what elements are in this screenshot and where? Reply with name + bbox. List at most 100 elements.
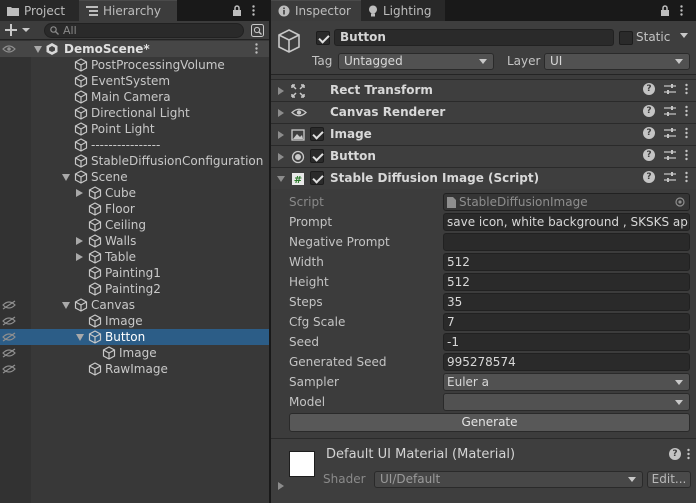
tree-item[interactable]: Cube	[0, 185, 269, 201]
tree-item-scene[interactable]: DemoScene*	[0, 41, 269, 57]
kebab-menu-icon[interactable]	[685, 127, 688, 139]
tree-item[interactable]: StableDiffusionConfiguration	[0, 153, 269, 169]
presets-icon[interactable]	[664, 83, 676, 95]
hidden-eye-icon[interactable]	[2, 332, 16, 342]
kebab-menu-icon[interactable]	[687, 448, 690, 460]
tree-item[interactable]: EventSystem	[0, 73, 269, 89]
tab-lighting[interactable]: Lighting	[361, 0, 445, 21]
presets-icon[interactable]	[664, 171, 676, 183]
tree-item[interactable]: Image	[0, 345, 269, 361]
tag-dropdown[interactable]: Untagged	[338, 53, 494, 70]
hidden-eye-icon[interactable]	[2, 364, 16, 374]
collapsed-arrow-icon[interactable]	[76, 189, 83, 197]
kebab-menu-icon[interactable]	[685, 105, 688, 117]
tree-item[interactable]: Painting1	[0, 265, 269, 281]
enabled-checkbox[interactable]	[310, 149, 324, 163]
hidden-eye-icon[interactable]	[2, 300, 16, 310]
tree-item[interactable]: Painting2	[0, 281, 269, 297]
tab-hierarchy[interactable]: Hierarchy	[79, 0, 177, 21]
presets-icon[interactable]	[664, 127, 676, 139]
tree-item[interactable]: Canvas	[0, 297, 269, 313]
lock-icon[interactable]	[660, 5, 670, 16]
kebab-menu-icon[interactable]	[685, 149, 688, 161]
chevron-down-icon[interactable]	[680, 33, 688, 39]
kebab-menu-icon[interactable]	[685, 171, 688, 183]
tree-item[interactable]: Image	[0, 313, 269, 329]
negative-prompt-input[interactable]	[443, 233, 690, 251]
tree-item[interactable]: ----------------	[0, 137, 269, 153]
kebab-menu-icon[interactable]	[680, 5, 683, 16]
hidden-eye-icon[interactable]	[2, 44, 16, 54]
steps-input[interactable]: 35	[443, 293, 690, 311]
expand-arrow-icon[interactable]	[34, 46, 42, 53]
component-stable-diffusion-image[interactable]: # Stable Diffusion Image (Script) ?	[271, 167, 696, 189]
prompt-input[interactable]: save icon, white background , SKSKS app …	[443, 213, 690, 231]
presets-icon[interactable]	[664, 149, 676, 161]
collapsed-arrow-icon[interactable]	[76, 253, 83, 261]
width-input[interactable]: 512	[443, 253, 690, 271]
height-input[interactable]: 512	[443, 273, 690, 291]
add-button[interactable]	[5, 24, 31, 36]
help-icon[interactable]: ?	[643, 105, 655, 117]
layer-dropdown[interactable]: UI	[544, 53, 690, 70]
component-image[interactable]: Image ?	[271, 123, 696, 145]
static-checkbox[interactable]	[619, 31, 633, 45]
script-field: StableDiffusionImage	[443, 193, 690, 211]
expand-arrow-icon[interactable]	[278, 131, 284, 139]
object-picker-icon[interactable]	[675, 197, 685, 207]
component-rect-transform[interactable]: Rect Transform ?	[271, 79, 696, 101]
expand-arrow-icon[interactable]	[278, 109, 284, 117]
enabled-checkbox[interactable]	[310, 127, 324, 141]
expanded-arrow-icon[interactable]	[62, 302, 70, 309]
tab-inspector[interactable]: Inspector	[271, 0, 361, 21]
search-filter-button[interactable]	[251, 24, 264, 37]
kebab-menu-icon[interactable]	[255, 43, 258, 54]
tree-item[interactable]: Floor	[0, 201, 269, 217]
help-icon[interactable]: ?	[643, 149, 655, 161]
collapse-arrow-icon[interactable]	[277, 176, 285, 182]
help-icon[interactable]: ?	[643, 83, 655, 95]
tree-item[interactable]: Point Light	[0, 121, 269, 137]
tree-item[interactable]: Directional Light	[0, 105, 269, 121]
expanded-arrow-icon[interactable]	[76, 334, 84, 341]
generate-button[interactable]: Generate	[289, 413, 690, 432]
expanded-arrow-icon[interactable]	[62, 174, 70, 181]
presets-icon[interactable]	[664, 105, 676, 117]
tab-project[interactable]: Project	[0, 0, 79, 21]
collapsed-arrow-icon[interactable]	[76, 237, 83, 245]
enabled-checkbox[interactable]	[310, 171, 324, 185]
material-preview[interactable]	[289, 451, 315, 477]
cfg-scale-input[interactable]: 7	[443, 313, 690, 331]
tree-item[interactable]: RawImage	[0, 361, 269, 377]
tree-item[interactable]: Main Camera	[0, 89, 269, 105]
expand-arrow-icon[interactable]	[278, 87, 284, 95]
expand-arrow-icon[interactable]	[278, 153, 284, 161]
tree-item-label: Table	[105, 250, 137, 264]
hidden-eye-icon[interactable]	[2, 316, 16, 326]
edit-shader-button[interactable]: Edit...	[647, 471, 691, 488]
model-dropdown[interactable]	[443, 393, 690, 411]
generated-seed-input[interactable]: 995278574	[443, 353, 690, 371]
help-icon[interactable]: ?	[643, 127, 655, 139]
object-name-field[interactable]: Button	[334, 29, 614, 46]
component-canvas-renderer[interactable]: Canvas Renderer ?	[271, 101, 696, 123]
sampler-dropdown[interactable]: Euler a	[443, 373, 690, 391]
search-input[interactable]: All	[44, 23, 244, 38]
seed-input[interactable]: -1	[443, 333, 690, 351]
lock-icon[interactable]	[232, 5, 242, 16]
shader-dropdown[interactable]: UI/Default	[374, 471, 643, 488]
hidden-eye-icon[interactable]	[2, 348, 16, 358]
expand-arrow-icon[interactable]	[278, 482, 284, 490]
tree-item[interactable]: Button	[0, 329, 269, 345]
help-icon[interactable]: ?	[669, 448, 681, 460]
tree-item[interactable]: Scene	[0, 169, 269, 185]
kebab-menu-icon[interactable]	[685, 83, 688, 95]
tree-item[interactable]: Ceiling	[0, 217, 269, 233]
tree-item[interactable]: PostProcessingVolume	[0, 57, 269, 73]
active-checkbox[interactable]	[316, 31, 330, 45]
tree-item[interactable]: Walls	[0, 233, 269, 249]
tree-item[interactable]: Table	[0, 249, 269, 265]
help-icon[interactable]: ?	[643, 171, 655, 183]
component-button[interactable]: Button ?	[271, 145, 696, 167]
kebab-menu-icon[interactable]	[252, 5, 255, 16]
